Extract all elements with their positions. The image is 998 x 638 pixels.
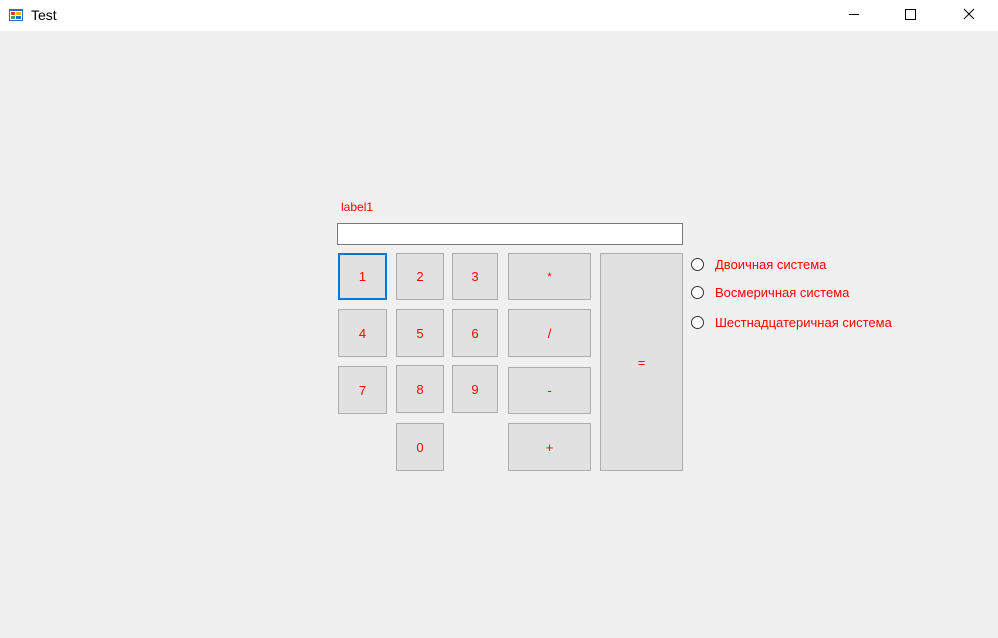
radio-label: Шестнадцатеричная система: [715, 314, 892, 330]
minus-button[interactable]: -: [508, 367, 591, 414]
digit-5-button[interactable]: 5: [396, 309, 444, 357]
radio-binary[interactable]: Двоичная система: [691, 255, 826, 273]
radio-circle[interactable]: [691, 285, 704, 299]
digit-9-button[interactable]: 9: [452, 365, 498, 413]
divide-button[interactable]: /: [508, 309, 591, 357]
title-bar: Test: [0, 0, 998, 31]
minimize-button[interactable]: [831, 0, 877, 31]
radio-circle[interactable]: [691, 257, 704, 271]
radio-octal[interactable]: Восмеричная система: [691, 283, 849, 301]
winforms-app-icon: [8, 7, 24, 23]
radio-circle[interactable]: [691, 315, 704, 329]
window-title: Test: [31, 7, 57, 23]
digit-6-button[interactable]: 6: [452, 309, 498, 357]
radio-label: Восмеричная система: [715, 284, 850, 300]
maximize-icon: [904, 7, 916, 25]
radio-hexadecimal[interactable]: Шестнадцатеричная система: [691, 313, 892, 331]
input-textbox[interactable]: [337, 223, 683, 245]
digit-0-button[interactable]: 0: [396, 423, 444, 471]
plus-button[interactable]: +: [508, 423, 591, 471]
close-button[interactable]: [946, 0, 992, 31]
digit-3-button[interactable]: 3: [452, 253, 498, 300]
form-label: label1: [341, 200, 374, 214]
maximize-button[interactable]: [887, 0, 933, 31]
digit-8-button[interactable]: 8: [396, 365, 444, 413]
digit-1-button[interactable]: 1: [338, 253, 387, 300]
digit-4-button[interactable]: 4: [338, 309, 387, 357]
multiply-button[interactable]: *: [508, 253, 591, 300]
digit-2-button[interactable]: 2: [396, 253, 444, 300]
radio-label: Двоичная система: [715, 256, 827, 272]
minimize-icon: [848, 7, 860, 25]
close-icon: [963, 7, 975, 25]
equals-button[interactable]: =: [600, 253, 683, 471]
digit-7-button[interactable]: 7: [338, 366, 387, 414]
